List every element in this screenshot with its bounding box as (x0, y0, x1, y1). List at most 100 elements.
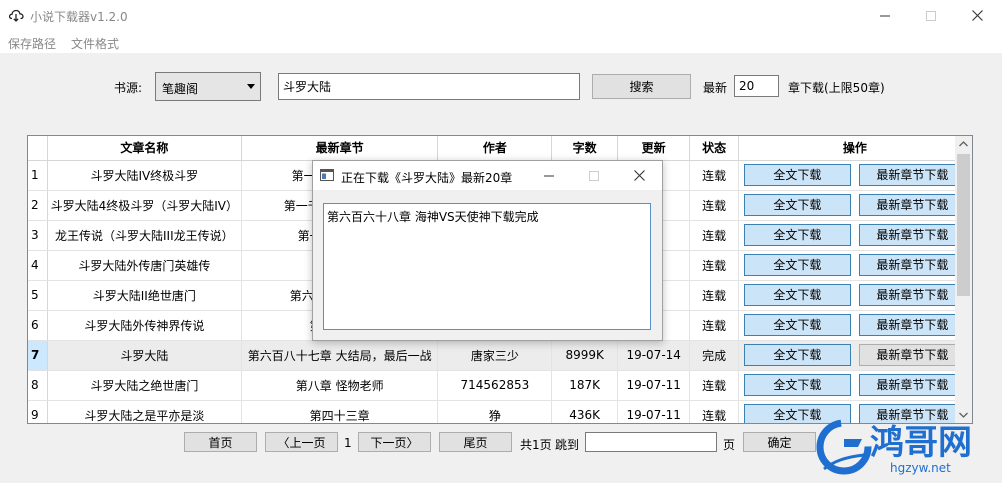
status-cell: 连载 (689, 370, 739, 401)
latest-chapter-download-button[interactable]: 最新章节下载 (858, 224, 966, 246)
full-download-button[interactable]: 全文下载 (743, 314, 851, 336)
latest-chapter-download-button[interactable]: 最新章节下载 (858, 284, 966, 306)
dialog-minimize-button[interactable] (526, 161, 572, 190)
author-cell: 狰 (437, 400, 553, 423)
latest-label: 最新 (703, 81, 728, 95)
row-number-cell: 3 (28, 220, 48, 251)
book-name-cell: 斗罗大陆4终极斗罗（斗罗大陆IV） (47, 190, 243, 221)
book-name-cell: 斗罗大陆II绝世唐门 (47, 280, 243, 311)
confirm-jump-button[interactable]: 确定 (743, 432, 816, 452)
full-download-button[interactable]: 全文下载 (743, 254, 851, 276)
actions-cell: 全文下载 最新章节下载 (738, 220, 972, 251)
row-number-cell: 6 (28, 310, 48, 341)
latest-chapter-download-button[interactable]: 最新章节下载 (858, 314, 966, 336)
latest-chapter-download-button[interactable]: 最新章节下载 (858, 164, 966, 186)
author-cell: 唐家三少 (437, 340, 553, 371)
latest-chapter-download-button[interactable]: 最新章节下载 (858, 374, 966, 396)
scroll-up-icon[interactable] (959, 141, 968, 147)
actions-cell: 全文下载 最新章节下载 (738, 310, 972, 341)
watermark-brand: 鸿哥网 (870, 423, 972, 463)
header-name[interactable]: 文章名称 (47, 136, 243, 161)
latest-chapter-download-button[interactable]: 最新章节下载 (858, 254, 966, 276)
status-cell: 连载 (689, 400, 739, 423)
hongge-logo-icon (816, 419, 872, 475)
close-icon (971, 10, 983, 21)
full-download-button[interactable]: 全文下载 (743, 344, 851, 366)
watermark-url: hgzyw.net (890, 461, 951, 475)
full-download-button[interactable]: 全文下载 (743, 194, 851, 216)
header-word-count[interactable]: 字数 (551, 136, 618, 161)
row-number-cell: 8 (28, 370, 48, 401)
menu-file-format[interactable]: 文件格式 (71, 35, 119, 52)
book-name-cell: 斗罗大陆外传唐门英雄传 (47, 250, 243, 281)
vertical-scrollbar[interactable] (955, 136, 972, 423)
chevron-down-icon (247, 84, 255, 89)
header-row-number (28, 136, 48, 161)
updated-date-cell: 19-07-11 (617, 370, 691, 401)
menu-bar: 保存路径 文件格式 (0, 31, 1002, 53)
chapter-limit-hint: 章下载(上限50章) (788, 81, 885, 95)
status-cell: 连载 (689, 190, 739, 221)
close-button[interactable] (954, 0, 1000, 31)
full-download-button[interactable]: 全文下载 (743, 374, 851, 396)
current-page: 1 (344, 436, 352, 450)
header-author[interactable]: 作者 (437, 136, 553, 161)
actions-cell: 全文下载 最新章节下载 (738, 250, 972, 281)
book-name-cell: 斗罗大陆外传神界传说 (47, 310, 243, 341)
word-count-cell: 8999K (551, 340, 618, 371)
row-number-cell: 5 (28, 280, 48, 311)
status-cell: 完成 (689, 340, 739, 371)
close-icon (633, 170, 645, 181)
full-download-button[interactable]: 全文下载 (743, 164, 851, 186)
row-number-cell: 4 (28, 250, 48, 281)
source-label: 书源: (114, 81, 143, 95)
header-status[interactable]: 状态 (689, 136, 739, 161)
jump-page-input[interactable] (585, 432, 717, 452)
minimize-icon (544, 175, 554, 176)
dialog-title-bar: 正在下载《斗罗大陆》最新20章 (313, 161, 662, 190)
scrollbar-thumb[interactable] (957, 154, 970, 296)
keyword-input[interactable] (278, 73, 580, 100)
table-row[interactable]: 7 斗罗大陆 第六百八十七章 大结局，最后一战 唐家三少 8999K 19-07-14 完成… (28, 340, 972, 371)
latest-chapter-cell: 第六百八十七章 大结局，最后一战 (241, 340, 439, 371)
status-cell: 连载 (689, 160, 739, 191)
menu-save-path[interactable]: 保存路径 (8, 35, 56, 52)
prev-page-button[interactable]: 〈上一页 (265, 432, 338, 452)
book-name-cell: 斗罗大陆IV终极斗罗 (47, 160, 243, 191)
status-cell: 连载 (689, 250, 739, 281)
book-name-cell: 斗罗大陆之绝世唐门 (47, 370, 243, 401)
page-unit-label: 页 (723, 438, 736, 452)
header-updated[interactable]: 更新 (617, 136, 691, 161)
actions-cell: 全文下载 最新章节下载 (738, 160, 972, 191)
minimize-icon (880, 15, 890, 16)
last-page-button[interactable]: 尾页 (439, 432, 512, 452)
actions-cell: 全文下载 最新章节下载 (738, 370, 972, 401)
status-cell: 连载 (689, 310, 739, 341)
dialog-maximize-button[interactable] (571, 161, 617, 190)
header-actions[interactable]: 操作 (738, 136, 972, 161)
maximize-button[interactable] (908, 0, 954, 31)
row-number-cell: 1 (28, 160, 48, 191)
full-download-button[interactable]: 全文下载 (743, 284, 851, 306)
book-name-cell: 龙王传说（斗罗大陆III龙王传说） (47, 220, 243, 251)
actions-cell: 全文下载 最新章节下载 (738, 280, 972, 311)
watermark: 鸿哥网 hgzyw.net (808, 415, 1002, 483)
minimize-button[interactable] (862, 0, 908, 31)
latest-count-input[interactable] (734, 75, 779, 97)
next-page-button[interactable]: 下一页〉 (358, 432, 431, 452)
row-number-cell: 9 (28, 400, 48, 423)
table-row[interactable]: 8 斗罗大陆之绝世唐门 第八章 怪物老师 714562853 187K 19-07-11 连… (28, 370, 972, 401)
latest-chapter-download-button[interactable]: 最新章节下载 (858, 344, 966, 366)
source-select[interactable]: 笔趣阁 (155, 72, 261, 101)
search-button[interactable]: 搜索 (592, 74, 691, 99)
total-pages: 共1页 (520, 438, 552, 452)
latest-chapter-cell: 第四十三章 (241, 400, 439, 423)
first-page-button[interactable]: 首页 (184, 432, 257, 452)
dialog-title: 正在下载《斗罗大陆》最新20章 (341, 171, 513, 185)
dialog-close-button[interactable] (616, 161, 662, 190)
full-download-button[interactable]: 全文下载 (743, 224, 851, 246)
header-latest-chapter[interactable]: 最新章节 (241, 136, 439, 161)
latest-chapter-cell: 第八章 怪物老师 (241, 370, 439, 401)
latest-chapter-download-button[interactable]: 最新章节下载 (858, 194, 966, 216)
jump-label: 跳到 (555, 438, 580, 452)
